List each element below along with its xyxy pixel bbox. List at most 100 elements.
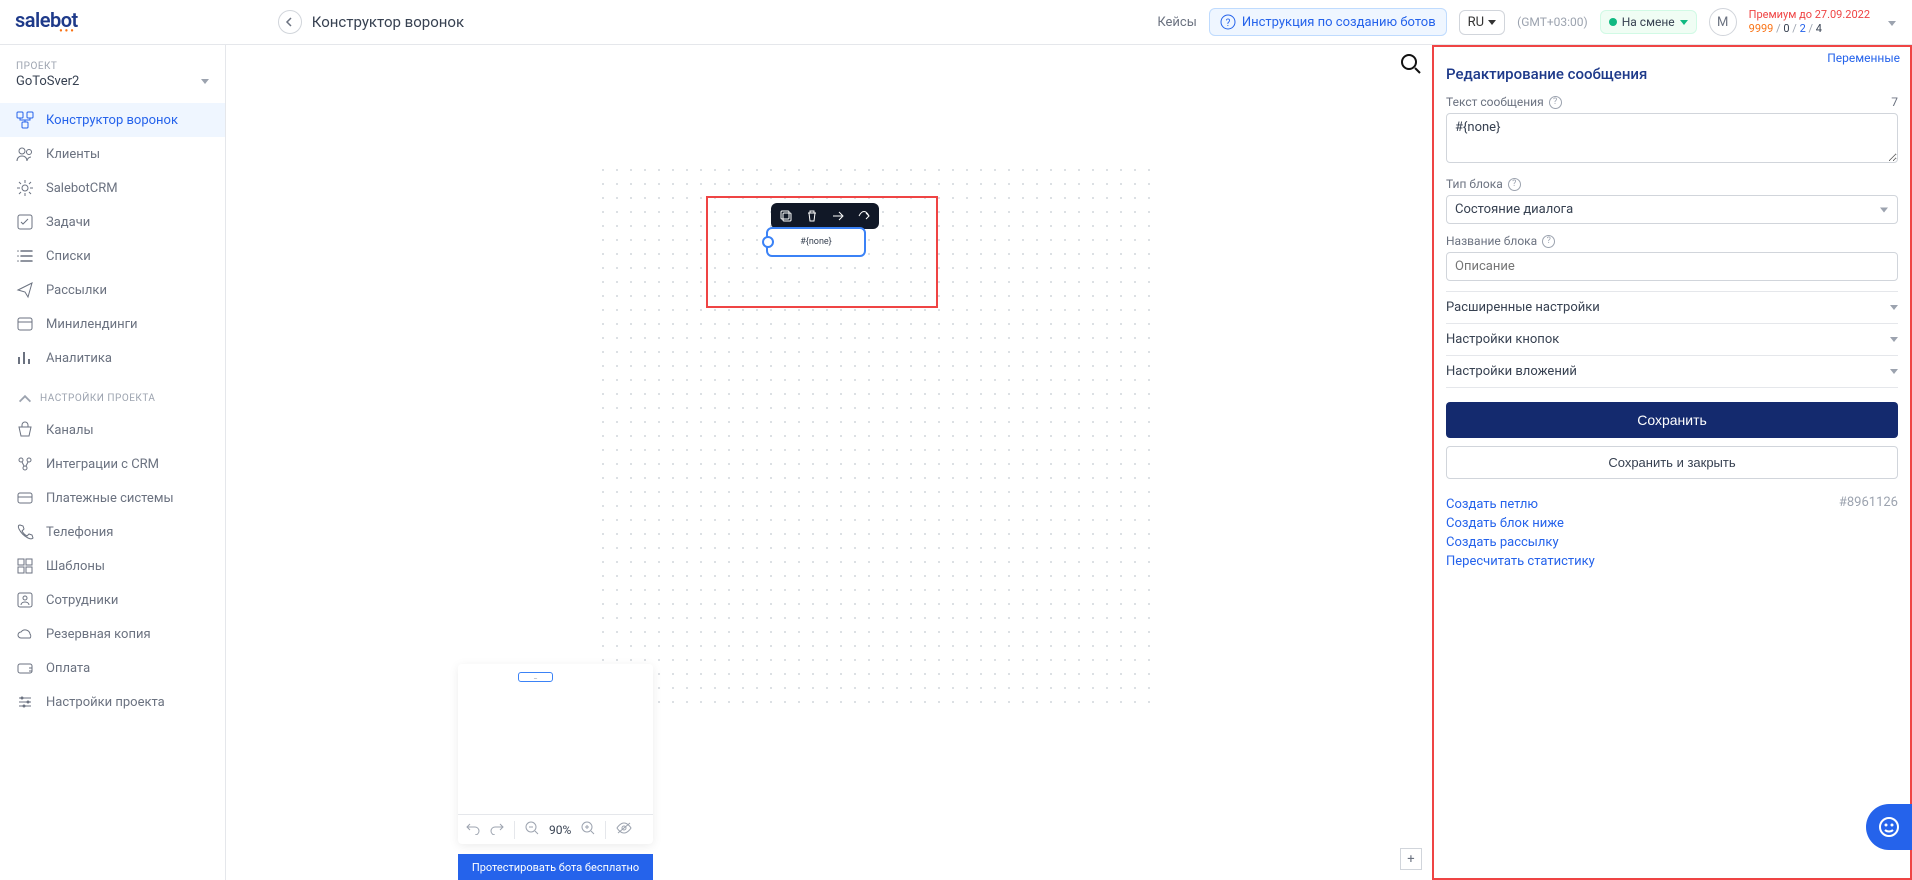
- avatar[interactable]: M: [1709, 8, 1737, 36]
- delete-icon[interactable]: [805, 209, 819, 223]
- canvas-toolbar: 90%: [458, 814, 653, 844]
- sidebar-item-channels[interactable]: Каналы: [0, 413, 225, 447]
- account-menu-toggle[interactable]: [1882, 15, 1902, 30]
- staff-icon: [16, 591, 34, 609]
- char-count: 7: [1891, 95, 1898, 109]
- chart-icon: [16, 349, 34, 367]
- sidebar-item-billing[interactable]: Оплата: [0, 651, 225, 685]
- chevron-down-icon: [1488, 20, 1496, 25]
- project-label: ПРОЕКТ: [0, 61, 225, 72]
- timezone: (GMT+03:00): [1517, 15, 1588, 29]
- block-id: #8961126: [1839, 495, 1898, 571]
- accordion-advanced[interactable]: Расширенные настройки: [1446, 291, 1898, 324]
- cloud-icon: [16, 625, 34, 643]
- accordion-buttons[interactable]: Настройки кнопок: [1446, 324, 1898, 356]
- zoom-in-icon[interactable]: [581, 821, 595, 839]
- account-stats: Премиум до 27.09.2022 9999 / 0 / 2 / 4: [1749, 8, 1870, 37]
- message-text-label: Текст сообщения ? 7: [1446, 95, 1898, 109]
- copy-icon[interactable]: [779, 209, 793, 223]
- sidebar-item-integrations[interactable]: Интеграции с CRM: [0, 447, 225, 481]
- sidebar-item-crm[interactable]: SalebotCRM: [0, 171, 225, 205]
- sidebar-item-broadcasts[interactable]: Рассылки: [0, 273, 225, 307]
- header: salebot••• Конструктор воронок Кейсы ? И…: [0, 0, 1912, 45]
- share-icon[interactable]: [857, 209, 871, 223]
- help-icon[interactable]: ?: [1549, 96, 1562, 109]
- link-create-loop[interactable]: Создать петлю: [1446, 495, 1595, 514]
- svg-text:?: ?: [1225, 18, 1230, 29]
- page-title: Конструктор воронок: [312, 13, 1158, 31]
- link-create-broadcast[interactable]: Создать рассылку: [1446, 533, 1595, 552]
- cases-link[interactable]: Кейсы: [1157, 15, 1196, 30]
- help-icon[interactable]: ?: [1508, 178, 1521, 191]
- save-close-button[interactable]: Сохранить и закрыть: [1446, 446, 1898, 479]
- help-icon: ?: [1220, 14, 1236, 30]
- tasks-icon: [16, 213, 34, 231]
- minimap[interactable]: … 90%: [458, 664, 653, 844]
- sidebar-item-tasks[interactable]: Задачи: [0, 205, 225, 239]
- status-dot-icon: [1609, 18, 1617, 26]
- status-badge[interactable]: На смене: [1600, 10, 1697, 34]
- page-icon: [16, 315, 34, 333]
- link-create-block[interactable]: Создать блок ниже: [1446, 514, 1595, 533]
- visibility-icon[interactable]: [616, 821, 632, 839]
- phone-icon: [16, 523, 34, 541]
- search-icon[interactable]: [1400, 53, 1422, 79]
- sidebar-item-telephony[interactable]: Телефония: [0, 515, 225, 549]
- sidebar-item-clients[interactable]: Клиенты: [0, 137, 225, 171]
- link-recalc-stats[interactable]: Пересчитать статистику: [1446, 552, 1595, 571]
- zoom-out-icon[interactable]: [525, 821, 539, 839]
- add-button[interactable]: +: [1400, 848, 1422, 870]
- chevron-up-icon: [16, 389, 34, 407]
- chevron-down-icon: [1680, 20, 1688, 25]
- wallet-icon: [16, 659, 34, 677]
- sidebar-item-staff[interactable]: Сотрудники: [0, 583, 225, 617]
- sidebar-section-settings: НАСТРОЙКИ ПРОЕКТА: [0, 375, 225, 413]
- logo[interactable]: salebot•••: [10, 8, 98, 37]
- block-type-select[interactable]: Состояние диалога: [1446, 195, 1898, 224]
- sidebar: ПРОЕКТ GoToSver2 Конструктор воронок Кли…: [0, 45, 226, 880]
- flow-icon: [16, 111, 34, 129]
- save-button[interactable]: Сохранить: [1446, 402, 1898, 438]
- flow-node[interactable]: #{none}: [766, 227, 866, 257]
- variables-link[interactable]: Переменные: [1827, 51, 1900, 65]
- message-text-input[interactable]: [1446, 113, 1898, 163]
- sidebar-item-minilandings[interactable]: Минилендинги: [0, 307, 225, 341]
- help-icon[interactable]: ?: [1542, 235, 1555, 248]
- channels-icon: [16, 421, 34, 439]
- chat-fab[interactable]: [1866, 804, 1912, 850]
- accordion-attachments[interactable]: Настройки вложений: [1446, 356, 1898, 388]
- grid-icon: [16, 557, 34, 575]
- language-select[interactable]: RU: [1459, 10, 1505, 35]
- chevron-down-icon: [201, 79, 209, 84]
- block-name-input[interactable]: [1446, 252, 1898, 281]
- arrow-right-icon[interactable]: [831, 209, 845, 223]
- project-select[interactable]: GoToSver2: [0, 72, 225, 103]
- sidebar-item-funnel-builder[interactable]: Конструктор воронок: [0, 103, 225, 137]
- crm-icon: [16, 179, 34, 197]
- users-icon: [16, 145, 34, 163]
- sidebar-item-backup[interactable]: Резервная копия: [0, 617, 225, 651]
- sidebar-item-lists[interactable]: Списки: [0, 239, 225, 273]
- collapse-sidebar-button[interactable]: [278, 10, 302, 34]
- block-name-label: Название блока ?: [1446, 234, 1898, 248]
- send-icon: [16, 281, 34, 299]
- zoom-level: 90%: [549, 823, 571, 837]
- sidebar-item-analytics[interactable]: Аналитика: [0, 341, 225, 375]
- panel-title: Редактирование сообщения: [1446, 65, 1898, 83]
- block-type-label: Тип блока ?: [1446, 177, 1898, 191]
- sidebar-item-templates[interactable]: Шаблоны: [0, 549, 225, 583]
- integration-icon: [16, 455, 34, 473]
- minimap-node: …: [518, 672, 553, 682]
- canvas[interactable]: #{none} … 90% Протестировать бота бе: [226, 45, 1432, 880]
- undo-icon[interactable]: [466, 821, 480, 839]
- card-icon: [16, 489, 34, 507]
- list-icon: [16, 247, 34, 265]
- sliders-icon: [16, 693, 34, 711]
- test-bot-button[interactable]: Протестировать бота бесплатно: [458, 854, 653, 880]
- sidebar-item-payments[interactable]: Платежные системы: [0, 481, 225, 515]
- sidebar-item-settings[interactable]: Настройки проекта: [0, 685, 225, 719]
- help-link[interactable]: ? Инструкция по созданию ботов: [1209, 8, 1447, 36]
- redo-icon[interactable]: [490, 821, 504, 839]
- edit-panel: Переменные Редактирование сообщения Текс…: [1432, 45, 1912, 880]
- node-toolbar: [771, 203, 879, 229]
